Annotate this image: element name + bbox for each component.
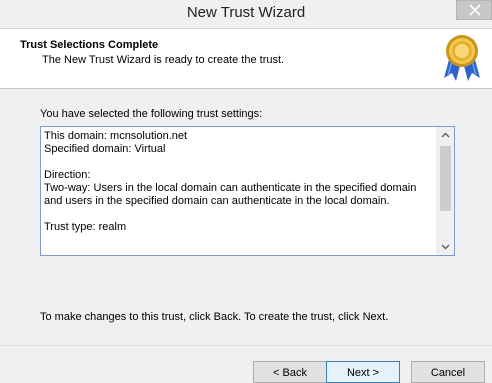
footer-instructions: To make changes to this trust, click Bac… xyxy=(40,311,389,323)
settings-line: ​ xyxy=(44,156,434,169)
footer-divider xyxy=(0,345,492,346)
settings-line: ​ xyxy=(44,208,434,221)
settings-line: Specified domain: Virtual xyxy=(44,143,166,155)
window-title: New Trust Wizard xyxy=(186,4,306,21)
close-icon xyxy=(469,4,481,16)
settings-line: Two-way: Users in the local domain can a… xyxy=(44,182,420,207)
trust-settings-text: This domain: mcnsolution.net Specified d… xyxy=(44,130,434,234)
award-seal-icon xyxy=(444,35,480,81)
next-button[interactable]: Next > xyxy=(326,361,400,383)
settings-line: This domain: mcnsolution.net xyxy=(44,130,188,142)
close-button[interactable] xyxy=(456,0,492,20)
scroll-down-arrow-icon[interactable] xyxy=(437,238,454,255)
settings-intro-label: You have selected the following trust se… xyxy=(40,108,263,120)
header-title: Trust Selections Complete xyxy=(20,39,159,51)
cancel-button[interactable]: Cancel xyxy=(411,361,485,383)
title-bar: New Trust Wizard xyxy=(0,0,492,29)
header-subtitle: The New Trust Wizard is ready to create … xyxy=(42,54,285,66)
scrollbar-thumb[interactable] xyxy=(440,146,451,211)
trust-settings-textbox[interactable]: This domain: mcnsolution.net Specified d… xyxy=(40,126,455,256)
wizard-header: Trust Selections Complete The New Trust … xyxy=(0,29,492,89)
settings-line: Direction: xyxy=(44,169,91,181)
vertical-scrollbar[interactable] xyxy=(436,127,454,255)
back-button[interactable]: < Back xyxy=(253,361,327,383)
scroll-up-arrow-icon[interactable] xyxy=(437,127,454,144)
settings-line: Trust type: realm xyxy=(44,221,127,233)
